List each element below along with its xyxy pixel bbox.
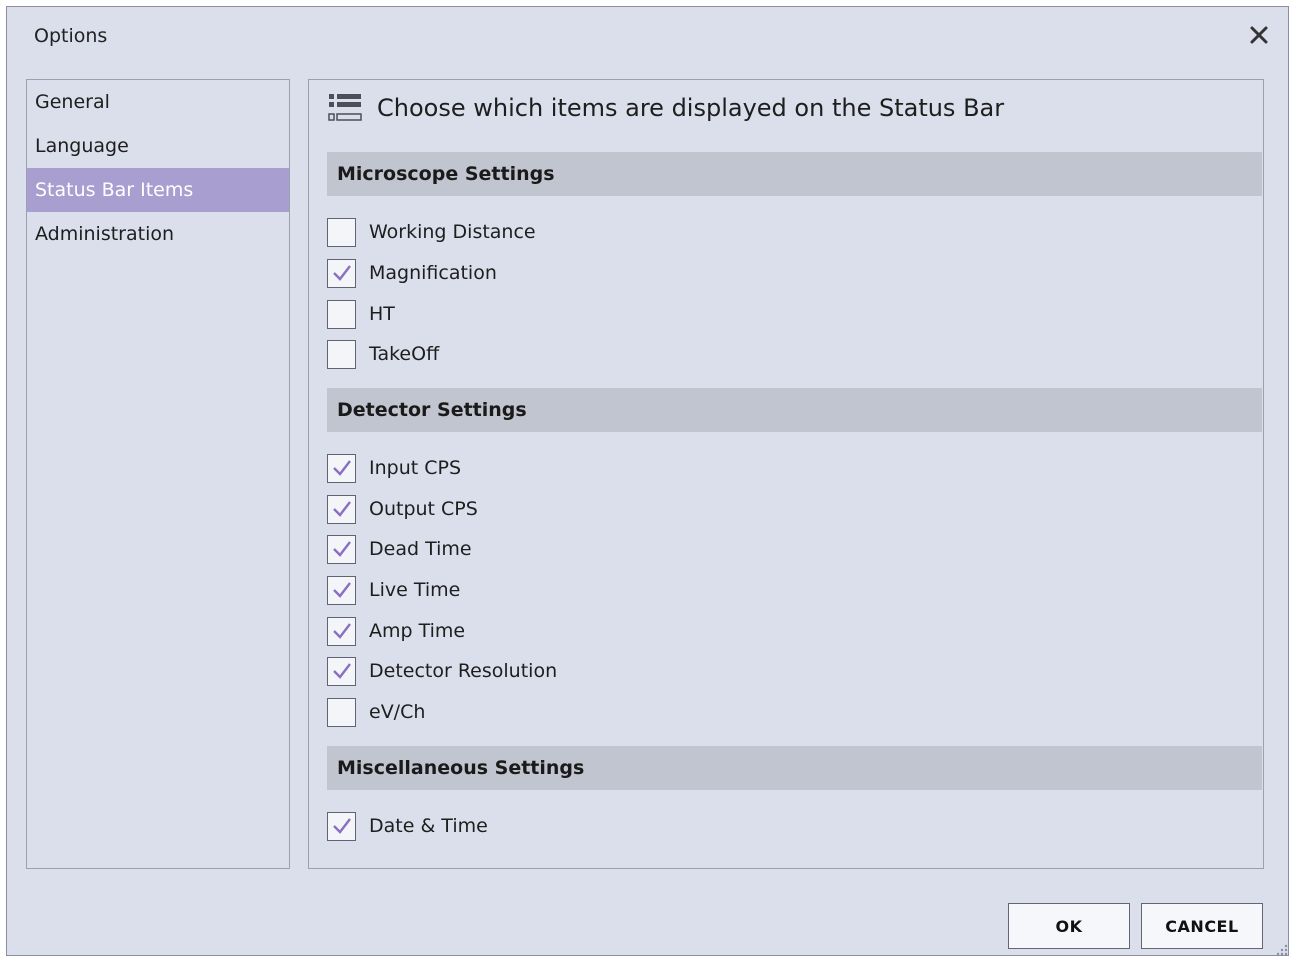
option-label: TakeOff	[369, 343, 440, 365]
option-live-time[interactable]: Live Time	[327, 573, 460, 607]
checkbox[interactable]	[327, 656, 356, 686]
nav-item-general[interactable]: General	[27, 80, 289, 124]
option-label: Input CPS	[369, 457, 462, 479]
checkmark-icon	[332, 582, 351, 598]
section-header-microscope: Microscope Settings	[327, 152, 1262, 196]
nav-item-language[interactable]: Language	[27, 124, 289, 168]
checkmark-icon	[332, 265, 351, 281]
panel-title: Choose which items are displayed on the …	[377, 94, 1005, 122]
option-detector-resolution[interactable]: Detector Resolution	[327, 654, 557, 688]
option-label: Live Time	[369, 579, 461, 601]
option-label: eV/Ch	[369, 701, 426, 723]
option-label: Magnification	[369, 262, 497, 284]
nav-item-status-bar-items[interactable]: Status Bar Items	[27, 168, 289, 212]
list-settings-icon	[328, 94, 362, 121]
option-output-cps[interactable]: Output CPS	[327, 492, 478, 526]
checkbox[interactable]	[327, 453, 356, 483]
cancel-button[interactable]: CANCEL	[1141, 903, 1263, 949]
resize-grip-icon[interactable]	[1275, 943, 1289, 957]
checkbox[interactable]	[327, 217, 356, 247]
close-icon	[1250, 26, 1268, 44]
option-label: Detector Resolution	[369, 660, 558, 682]
option-working-distance[interactable]: Working Distance	[327, 215, 536, 249]
checkbox[interactable]	[327, 575, 356, 605]
options-nav: General Language Status Bar Items Admini…	[26, 79, 290, 869]
checkmark-icon	[332, 501, 351, 517]
nav-item-administration[interactable]: Administration	[27, 212, 289, 256]
checkmark-icon	[332, 623, 351, 639]
checkbox[interactable]	[327, 534, 356, 564]
option-dead-time[interactable]: Dead Time	[327, 532, 472, 566]
option-ev-ch[interactable]: eV/Ch	[327, 695, 425, 729]
checkbox[interactable]	[327, 258, 356, 288]
option-takeoff[interactable]: TakeOff	[327, 337, 439, 371]
option-label: Working Distance	[369, 221, 536, 243]
checkbox[interactable]	[327, 811, 356, 841]
checkbox[interactable]	[327, 697, 356, 727]
status-bar-items-panel: Choose which items are displayed on the …	[308, 79, 1264, 869]
checkmark-icon	[332, 818, 351, 834]
option-label: HT	[369, 303, 395, 325]
section-header-detector: Detector Settings	[327, 388, 1262, 432]
checkbox[interactable]	[327, 299, 356, 329]
option-label: Amp Time	[369, 620, 466, 642]
option-label: Date & Time	[369, 815, 488, 837]
option-input-cps[interactable]: Input CPS	[327, 451, 461, 485]
section-header-miscellaneous: Miscellaneous Settings	[327, 746, 1262, 790]
panel-header: Choose which items are displayed on the …	[327, 88, 1004, 128]
option-ht[interactable]: HT	[327, 297, 395, 331]
checkmark-icon	[332, 541, 351, 557]
checkmark-icon	[332, 663, 351, 679]
dialog-title: Options	[34, 25, 108, 47]
option-date-time[interactable]: Date & Time	[327, 809, 488, 843]
checkmark-icon	[332, 460, 351, 476]
option-magnification[interactable]: Magnification	[327, 256, 497, 290]
ok-button[interactable]: OK	[1008, 903, 1130, 949]
close-button[interactable]	[1245, 21, 1273, 49]
options-dialog: Options General Language Status Bar Item…	[6, 6, 1289, 956]
checkbox[interactable]	[327, 339, 356, 369]
checkbox[interactable]	[327, 494, 356, 524]
option-amp-time[interactable]: Amp Time	[327, 614, 465, 648]
option-label: Output CPS	[369, 498, 478, 520]
checkbox[interactable]	[327, 616, 356, 646]
option-label: Dead Time	[369, 538, 472, 560]
